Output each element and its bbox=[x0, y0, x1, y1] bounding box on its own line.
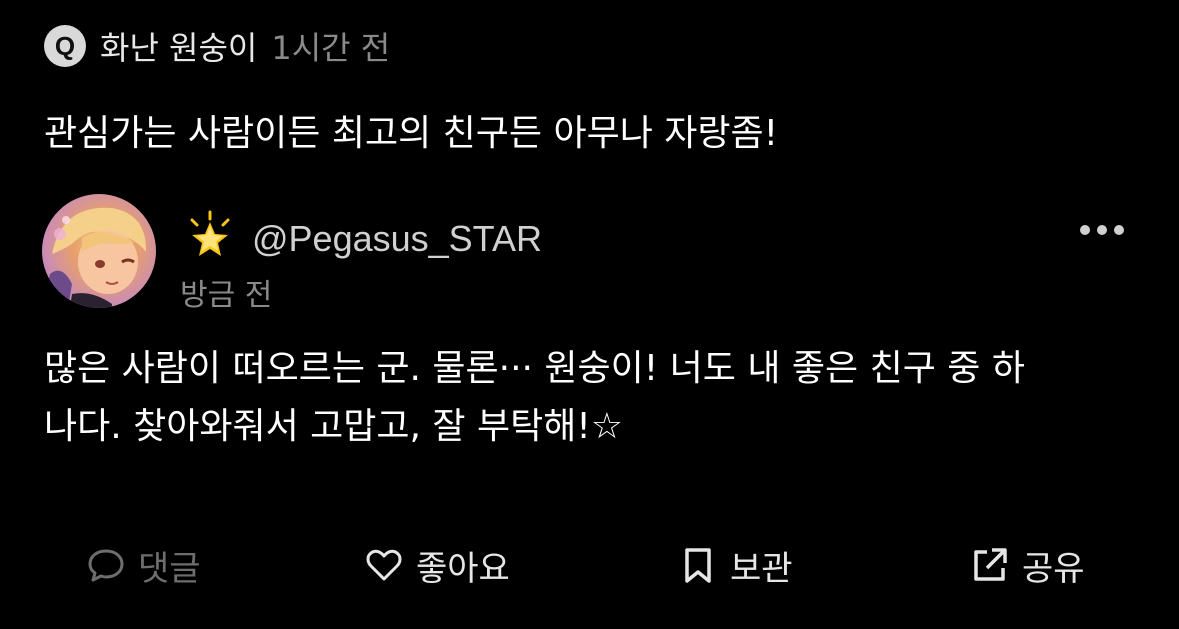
more-options-icon[interactable] bbox=[1078, 212, 1126, 248]
question-badge: Q bbox=[44, 25, 86, 67]
avatar[interactable] bbox=[42, 194, 156, 308]
save-label: 보관 bbox=[730, 548, 793, 589]
question-text: 관심가는 사람이든 최고의 친구든 아무나 자랑좀! bbox=[44, 113, 779, 154]
share-label: 공유 bbox=[1022, 548, 1085, 589]
like-button[interactable]: 좋아요 bbox=[364, 540, 510, 590]
answer-text: 많은 사람이 떠오르는 군. 물론··· 원숭이! 너도 내 좋은 친구 중 하… bbox=[44, 340, 1144, 456]
question-timestamp: 1시간 전 bbox=[271, 29, 391, 67]
answer-text-line-1: 많은 사람이 떠오르는 군. 물론··· 원숭이! 너도 내 좋은 친구 중 하 bbox=[44, 348, 1025, 389]
answerer-handle[interactable]: @Pegasus_STAR bbox=[252, 218, 542, 260]
comment-button[interactable]: 댓글 bbox=[86, 540, 201, 590]
share-icon bbox=[974, 548, 1007, 581]
star-icon bbox=[190, 210, 230, 256]
question-header: Q 화난 원숭이 1시간 전 bbox=[44, 24, 390, 68]
save-button[interactable]: 보관 bbox=[678, 540, 793, 590]
action-bar: 댓글 좋아요 보관 공유 bbox=[0, 540, 1179, 590]
like-label: 좋아요 bbox=[416, 548, 510, 589]
asker-name[interactable]: 화난 원숭이 bbox=[100, 23, 257, 69]
answer-text-line-2: 나다. 찾아와줘서 고맙고, 잘 부탁해!☆ bbox=[44, 406, 624, 447]
bookmark-icon bbox=[685, 548, 711, 583]
answer-timestamp: 방금 전 bbox=[180, 278, 273, 313]
comment-label: 댓글 bbox=[138, 548, 201, 589]
share-button[interactable]: 공유 bbox=[970, 540, 1085, 590]
comment-icon bbox=[88, 549, 124, 582]
heart-icon bbox=[366, 549, 402, 581]
